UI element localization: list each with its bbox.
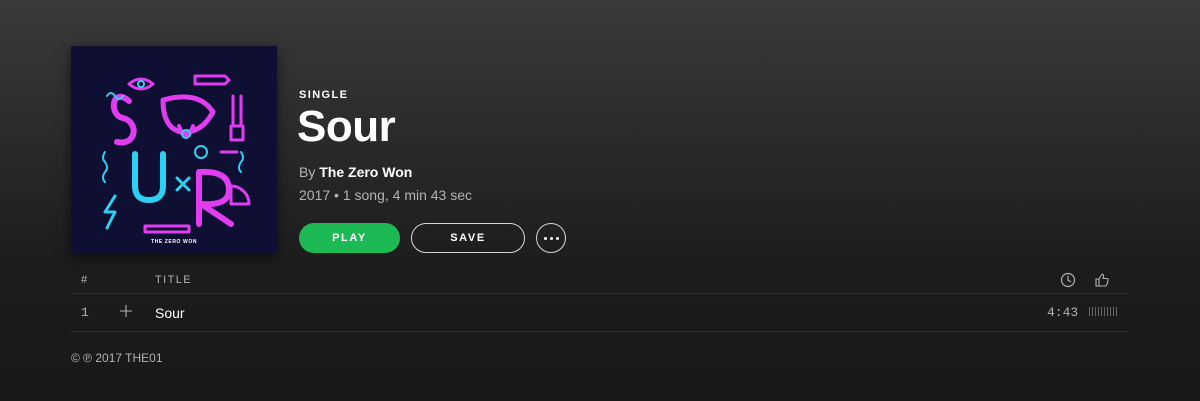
cover-caption: THE ZERO WON: [150, 239, 198, 245]
track-number: 1: [81, 305, 89, 320]
by-prefix: By: [299, 164, 316, 180]
thumbs-up-icon[interactable]: [1094, 272, 1110, 288]
more-options-button[interactable]: [536, 223, 566, 253]
page-title: Sour: [297, 102, 396, 151]
row-divider: [71, 331, 1128, 332]
save-button[interactable]: SAVE: [411, 223, 525, 253]
album-page: THE ZERO WON SINGLE Sour By The Zero Won…: [0, 0, 1200, 401]
copyright-text: © ℗ 2017 THE01: [71, 351, 163, 365]
track-row[interactable]: 1 Sour 4:43: [71, 294, 1128, 331]
popularity-bar: [1089, 307, 1117, 316]
artist-link[interactable]: The Zero Won: [319, 164, 412, 180]
album-cover: THE ZERO WON: [71, 46, 277, 253]
column-header-title[interactable]: TITLE: [155, 274, 192, 286]
add-icon[interactable]: [119, 304, 133, 318]
clock-icon[interactable]: [1060, 272, 1076, 288]
album-type-label: SINGLE: [299, 89, 349, 101]
album-meta: 2017 • 1 song, 4 min 43 sec: [299, 187, 473, 203]
track-duration: 4:43: [1047, 305, 1079, 320]
byline: By The Zero Won: [299, 164, 412, 180]
album-art-neon-icon: [71, 46, 277, 253]
ellipsis-icon: [543, 236, 547, 240]
column-header-number: #: [81, 274, 89, 286]
track-title[interactable]: Sour: [155, 305, 185, 321]
play-button[interactable]: PLAY: [299, 223, 400, 253]
